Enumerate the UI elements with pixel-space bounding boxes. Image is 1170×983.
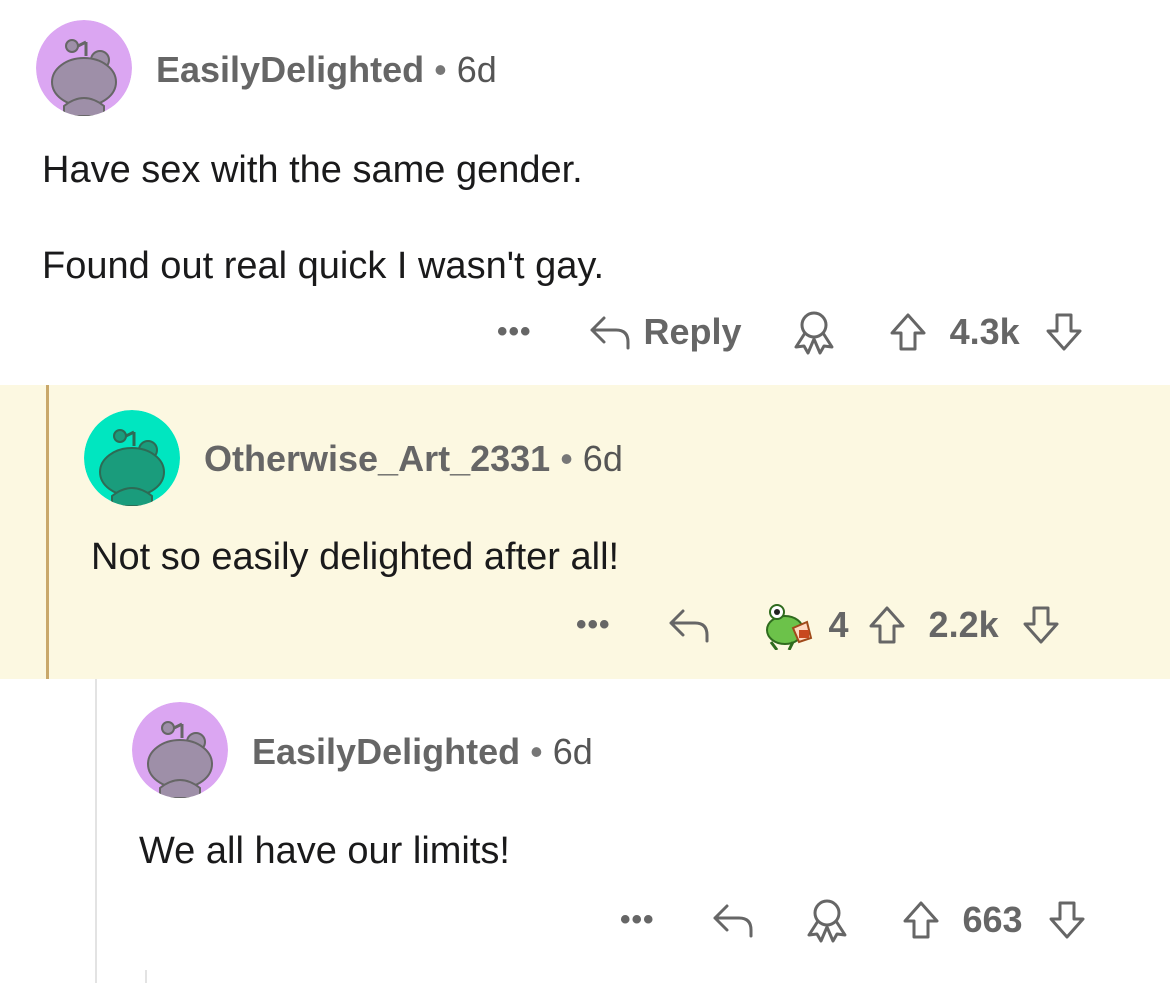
comment-age: 6d: [582, 438, 623, 479]
downvote-arrow-icon: [1046, 313, 1082, 351]
comment-body-line: Have sex with the same gender.: [42, 149, 583, 191]
award-button[interactable]: [790, 309, 838, 355]
reply-label: Reply: [643, 311, 742, 352]
avatar[interactable]: [36, 20, 132, 116]
upvote-button[interactable]: [888, 311, 928, 353]
downvote-button[interactable]: [1047, 899, 1087, 941]
username[interactable]: EasilyDelighted: [252, 731, 520, 772]
reply-button[interactable]: Reply: [588, 311, 742, 353]
snoo-avatar-icon: [84, 410, 180, 506]
comment-age: 6d: [456, 49, 497, 90]
comment-actions: ••• 663: [620, 895, 1087, 945]
downvote-button[interactable]: [1021, 604, 1061, 646]
comment-meta: Otherwise_Art_2331 • 6d: [204, 438, 623, 480]
thread-line-highlighted: [46, 385, 49, 679]
comment-body-line: We all have our limits!: [139, 830, 510, 872]
vote-count: 2.2k: [928, 604, 999, 645]
comment-meta: EasilyDelighted • 6d: [252, 731, 593, 773]
snoo-avatar-icon: [132, 702, 228, 798]
more-options-button[interactable]: •••: [497, 315, 532, 349]
username[interactable]: EasilyDelighted: [156, 49, 424, 90]
reply-arrow-icon: [669, 609, 709, 643]
username[interactable]: Otherwise_Art_2331: [204, 438, 550, 479]
vote-count: 663: [962, 899, 1023, 940]
snoo-avatar-icon: [36, 20, 132, 116]
upvote-arrow-icon: [869, 606, 905, 644]
more-dots-icon: •••: [497, 315, 532, 348]
comment-meta: EasilyDelighted • 6d: [156, 49, 497, 91]
separator-dot: •: [434, 49, 447, 90]
award-button[interactable]: [763, 600, 819, 650]
award-icon: [807, 899, 847, 943]
comment-body-line: Found out real quick I wasn't gay.: [42, 245, 605, 287]
reply-arrow-icon: [590, 316, 630, 350]
upvote-arrow-icon: [903, 901, 939, 939]
more-options-button[interactable]: •••: [576, 608, 611, 642]
comment-age: 6d: [552, 731, 593, 772]
upvote-arrow-icon: [890, 313, 926, 351]
reply-button[interactable]: [711, 900, 755, 940]
upvote-button[interactable]: [901, 899, 941, 941]
comment-actions: ••• Reply 4.3k: [497, 307, 1084, 357]
reply-button[interactable]: [667, 605, 711, 645]
downvote-arrow-icon: [1023, 606, 1059, 644]
vote-count: 4.3k: [949, 311, 1020, 352]
more-options-button[interactable]: •••: [620, 903, 655, 937]
thread-line: [95, 679, 97, 983]
reply-arrow-icon: [713, 904, 753, 938]
avatar[interactable]: [132, 702, 228, 798]
avatar[interactable]: [84, 410, 180, 506]
more-dots-icon: •••: [576, 608, 611, 641]
award-count: 4: [828, 604, 849, 645]
frog-drinking-award-icon: [765, 604, 812, 650]
downvote-button[interactable]: [1044, 311, 1084, 353]
more-dots-icon: •••: [620, 903, 655, 936]
thread-line-nested: [145, 970, 147, 983]
comment-body-line: Not so easily delighted after all!: [91, 536, 620, 578]
downvote-arrow-icon: [1049, 901, 1085, 939]
separator-dot: •: [530, 731, 543, 772]
award-icon: [794, 311, 834, 355]
upvote-button[interactable]: [867, 604, 907, 646]
separator-dot: •: [560, 438, 573, 479]
comment-actions: ••• 4 2.2k: [576, 600, 1061, 650]
award-button[interactable]: [803, 897, 851, 943]
